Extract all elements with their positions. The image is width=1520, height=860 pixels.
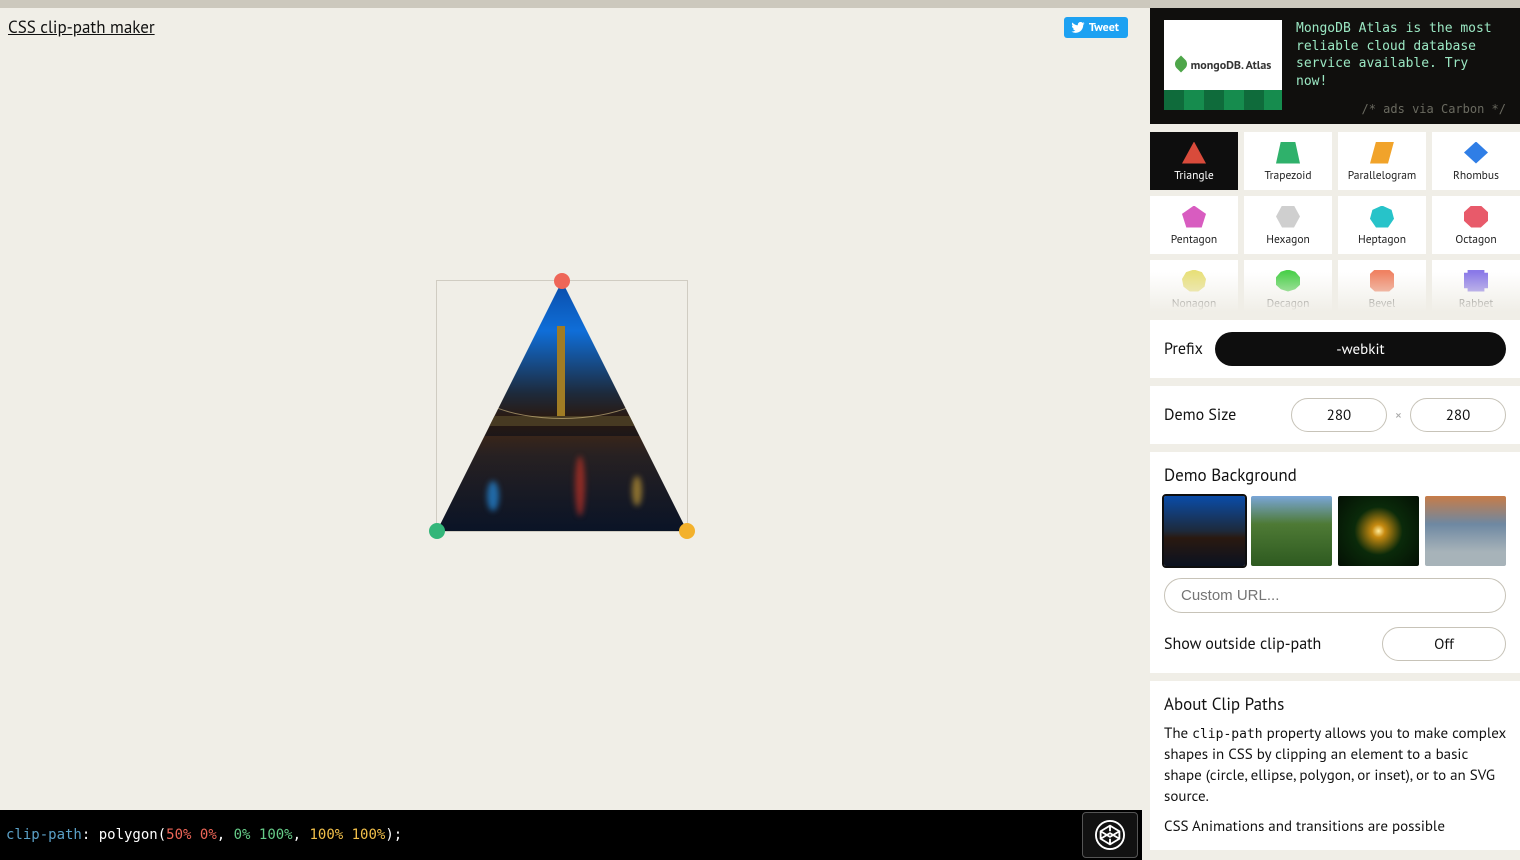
ad-attribution: /* ads via Carbon */ [1362, 102, 1507, 116]
about-p2: CSS Animations and transitions are possi… [1164, 817, 1506, 838]
bg-thumb-1[interactable] [1164, 496, 1245, 566]
shape-label: Trapezoid [1264, 168, 1311, 183]
twitter-icon [1071, 22, 1085, 33]
shape-decagon[interactable]: Decagon [1244, 260, 1332, 312]
about-section: About Clip Paths The clip-path property … [1150, 681, 1520, 850]
shape-parallelogram[interactable]: Parallelogram [1338, 132, 1426, 190]
code-output: clip-path: polygon(50% 0%, 0% 100%, 100%… [0, 810, 1142, 860]
handle-1[interactable] [554, 273, 570, 289]
shape-label: Triangle [1174, 168, 1214, 183]
shape-icon [1370, 206, 1394, 228]
about-heading: About Clip Paths [1164, 693, 1506, 716]
shape-label: Rabbet [1459, 296, 1494, 311]
shape-label: Pentagon [1171, 232, 1217, 247]
ad-banner[interactable]: mongoDB. Atlas MongoDB Atlas is the most… [1150, 8, 1520, 124]
shape-label: Decagon [1267, 296, 1310, 311]
prefix-label: Prefix [1164, 339, 1203, 359]
bg-thumb-2[interactable] [1251, 496, 1332, 566]
shape-trapezoid[interactable]: Trapezoid [1244, 132, 1332, 190]
shape-heptagon[interactable]: Heptagon [1338, 196, 1426, 254]
show-outside-label: Show outside clip-path [1164, 634, 1370, 654]
demo-size-label: Demo Size [1164, 405, 1236, 425]
bg-thumb-3[interactable] [1338, 496, 1419, 566]
clip-canvas[interactable] [0, 48, 1142, 810]
shape-nonagon[interactable]: Nonagon [1150, 260, 1238, 312]
shape-icon [1182, 206, 1206, 228]
shape-label: Parallelogram [1348, 168, 1417, 183]
show-outside-toggle[interactable]: Off [1382, 627, 1506, 661]
shape-octagon[interactable]: Octagon [1432, 196, 1520, 254]
ad-text: MongoDB Atlas is the most reliable cloud… [1296, 20, 1506, 114]
ad-image: mongoDB. Atlas [1164, 20, 1282, 110]
bg-thumb-4[interactable] [1425, 496, 1506, 566]
shape-icon [1276, 142, 1300, 164]
shape-pentagon[interactable]: Pentagon [1150, 196, 1238, 254]
shape-label: Heptagon [1358, 232, 1406, 247]
height-input[interactable]: 280 [1410, 398, 1506, 432]
handle-3[interactable] [679, 523, 695, 539]
shape-icon [1464, 142, 1488, 164]
prefix-toggle[interactable]: -webkit [1215, 332, 1506, 366]
custom-url-input[interactable] [1164, 578, 1506, 613]
shape-icon [1370, 270, 1394, 292]
shape-label: Octagon [1455, 232, 1496, 247]
app-title[interactable]: CSS clip-path maker [8, 16, 155, 38]
tweet-label: Tweet [1089, 20, 1119, 35]
shape-icon [1370, 142, 1394, 164]
shape-triangle[interactable]: Triangle [1150, 132, 1238, 190]
shape-icon [1464, 270, 1488, 292]
shape-icon [1182, 270, 1206, 292]
shape-icon [1182, 142, 1206, 164]
shape-icon [1276, 206, 1300, 228]
demo-box [436, 280, 688, 532]
shape-label: Rhombus [1453, 168, 1499, 183]
demo-image [437, 281, 687, 531]
shape-icon [1276, 270, 1300, 292]
shape-rabbet[interactable]: Rabbet [1432, 260, 1520, 312]
tweet-button[interactable]: Tweet [1064, 17, 1128, 38]
shape-label: Hexagon [1266, 232, 1310, 247]
shape-label: Bevel [1369, 296, 1396, 311]
shape-rhombus[interactable]: Rhombus [1432, 132, 1520, 190]
handle-2[interactable] [429, 523, 445, 539]
width-input[interactable]: 280 [1291, 398, 1387, 432]
shape-picker: Triangle Trapezoid Parallelogram Rhombus Pen… [1150, 132, 1520, 312]
about-p1: The clip-path property allows you to mak… [1164, 724, 1506, 807]
codepen-icon [1095, 820, 1125, 850]
times-symbol: × [1395, 406, 1402, 424]
bg-heading: Demo Background [1164, 464, 1506, 486]
shape-hexagon[interactable]: Hexagon [1244, 196, 1332, 254]
codepen-button[interactable] [1082, 812, 1138, 858]
shape-label: Nonagon [1172, 296, 1217, 311]
shape-bevel[interactable]: Bevel [1338, 260, 1426, 312]
shape-icon [1464, 206, 1488, 228]
